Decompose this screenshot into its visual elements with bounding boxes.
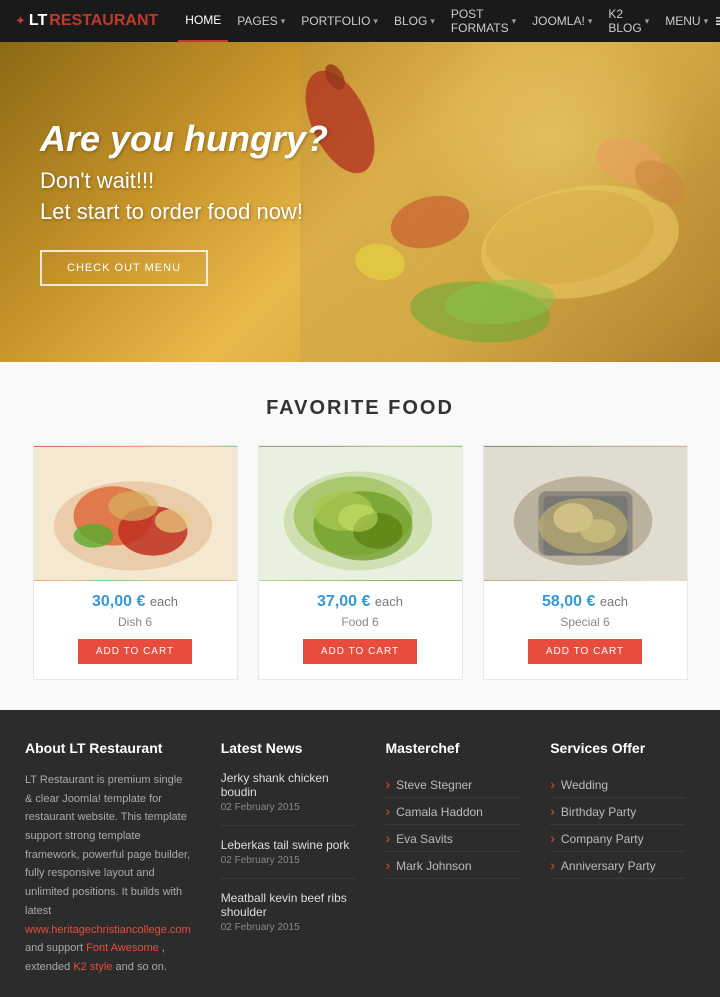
logo-restaurant: RESTAURANT — [49, 12, 158, 30]
services-list: Wedding Birthday Party Company Party Ann… — [550, 771, 685, 879]
chevron-down-icon: ▾ — [704, 16, 709, 27]
chevron-down-icon: ▾ — [281, 16, 286, 27]
price-display-3: 58,00 € each — [542, 593, 628, 610]
chevron-down-icon: ▾ — [588, 16, 593, 27]
chevron-down-icon: ▾ — [512, 16, 517, 27]
hero-subtitle2: Let start to order food now! — [40, 199, 328, 225]
news-date-3: 02 February 2015 — [221, 922, 356, 933]
service-item-birthday[interactable]: Birthday Party — [550, 798, 685, 825]
masterchef-item-2[interactable]: Camala Haddon — [385, 798, 520, 825]
chevron-down-icon: ▾ — [373, 16, 378, 27]
food-name-3: Special 6 — [484, 615, 687, 629]
news-item-2: Leberkas tail swine pork 02 February 201… — [221, 838, 356, 879]
news-title-1[interactable]: Jerky shank chicken boudin — [221, 771, 356, 799]
add-to-cart-button-2[interactable]: ADD TO CART — [303, 639, 417, 664]
food-image-1 — [34, 446, 237, 581]
nav-item-k2blog[interactable]: K2 BLOG ▾ — [601, 0, 656, 42]
service-item-wedding[interactable]: Wedding — [550, 771, 685, 798]
footer: About LT Restaurant LT Restaurant is pre… — [0, 710, 720, 997]
footer-services-title: Services Offer — [550, 740, 685, 756]
news-item-1: Jerky shank chicken boudin 02 February 2… — [221, 771, 356, 826]
footer-about-text2: and support — [25, 942, 83, 954]
nav-item-portfolio[interactable]: PORTFOLIO ▾ — [294, 0, 385, 42]
nav-item-blog[interactable]: BLOG ▾ — [387, 0, 442, 42]
logo-lt: LT — [29, 12, 47, 30]
masterchef-list: Steve Stegner Camala Haddon Eva Savits M… — [385, 771, 520, 879]
food-image-2 — [259, 446, 462, 581]
add-to-cart-button-1[interactable]: ADD TO CART — [78, 639, 192, 664]
footer-font-awesome-link[interactable]: Font Awesome — [86, 942, 159, 954]
footer-about: About LT Restaurant LT Restaurant is pre… — [20, 740, 206, 977]
add-to-cart-button-3[interactable]: ADD TO CART — [528, 639, 642, 664]
news-date-1: 02 February 2015 — [221, 802, 356, 813]
masterchef-item-4[interactable]: Mark Johnson — [385, 852, 520, 879]
food-card-3: 58,00 € each Special 6 ADD TO CART — [483, 445, 688, 680]
food-illustration-1 — [34, 446, 237, 581]
hamburger-icon[interactable]: ≡ — [715, 11, 720, 32]
nav-item-post-formats[interactable]: POST FORMATS ▾ — [444, 0, 523, 42]
footer-k2-style-link[interactable]: K2 style — [73, 961, 112, 973]
masterchef-item-1[interactable]: Steve Stegner — [385, 771, 520, 798]
food-image-3 — [484, 446, 687, 581]
logo-icon: ✦ — [15, 13, 26, 29]
footer-website-link[interactable]: www.heritagechristiancollege.com — [25, 924, 191, 936]
footer-about-text4: and so on. — [116, 961, 167, 973]
hero-content: Are you hungry? Don't wait!!! Let start … — [0, 68, 368, 336]
news-title-2[interactable]: Leberkas tail swine pork — [221, 838, 356, 852]
masterchef-item-3[interactable]: Eva Savits — [385, 825, 520, 852]
logo[interactable]: ✦ LT RESTAURANT — [15, 12, 158, 30]
nav-link-joomla[interactable]: JOOMLA! ▾ — [525, 0, 599, 42]
nav-link-portfolio[interactable]: PORTFOLIO ▾ — [294, 0, 385, 42]
chevron-down-icon: ▾ — [430, 16, 435, 27]
service-item-anniversary[interactable]: Anniversary Party — [550, 852, 685, 879]
navbar: ✦ LT RESTAURANT HOME PAGES ▾ PORTFOLIO ▾… — [0, 0, 720, 42]
hero-section: Are you hungry? Don't wait!!! Let start … — [0, 42, 720, 362]
food-price-2: 37,00 € each — [259, 593, 462, 611]
nav-link-post-formats[interactable]: POST FORMATS ▾ — [444, 0, 523, 42]
footer-news: Latest News Jerky shank chicken boudin 0… — [206, 740, 371, 977]
nav-menu: HOME PAGES ▾ PORTFOLIO ▾ BLOG ▾ POST FOR… — [178, 0, 715, 42]
chevron-down-icon: ▾ — [645, 16, 650, 27]
food-price-3: 58,00 € each — [484, 593, 687, 611]
food-illustration-2 — [259, 446, 462, 581]
footer-masterchef-title: Masterchef — [385, 740, 520, 756]
nav-link-menu[interactable]: MENU ▾ — [658, 0, 715, 42]
nav-item-home[interactable]: HOME — [178, 0, 228, 42]
price-display-2: 37,00 € each — [317, 593, 403, 610]
price-display-1: 30,00 € each — [92, 593, 178, 610]
footer-about-text: LT Restaurant is premium single & clear … — [25, 771, 191, 977]
food-illustration-3 — [484, 446, 687, 581]
nav-link-k2blog[interactable]: K2 BLOG ▾ — [601, 0, 656, 42]
food-grid: 30,00 € each Dish 6 ADD TO CART 37,00 € … — [20, 445, 700, 680]
favorite-food-title: FAVORITE FOOD — [20, 397, 700, 420]
favorite-food-section: FAVORITE FOOD 30,00 € each Dish 6 ADD TO… — [0, 362, 720, 710]
service-item-company[interactable]: Company Party — [550, 825, 685, 852]
nav-item-menu[interactable]: MENU ▾ — [658, 0, 715, 42]
footer-news-title: Latest News — [221, 740, 356, 756]
nav-link-blog[interactable]: BLOG ▾ — [387, 0, 442, 42]
food-card-1: 30,00 € each Dish 6 ADD TO CART — [33, 445, 238, 680]
footer-masterchef: Masterchef Steve Stegner Camala Haddon E… — [370, 740, 535, 977]
footer-about-text1: LT Restaurant is premium single & clear … — [25, 774, 190, 917]
food-name-1: Dish 6 — [34, 615, 237, 629]
food-name-2: Food 6 — [259, 615, 462, 629]
nav-item-pages[interactable]: PAGES ▾ — [230, 0, 292, 42]
footer-services: Services Offer Wedding Birthday Party Co… — [535, 740, 700, 977]
nav-item-joomla[interactable]: JOOMLA! ▾ — [525, 0, 599, 42]
hero-title: Are you hungry? — [40, 118, 328, 160]
nav-link-home[interactable]: HOME — [178, 0, 228, 42]
news-title-3[interactable]: Meatball kevin beef ribs shoulder — [221, 891, 356, 919]
nav-link-pages[interactable]: PAGES ▾ — [230, 0, 292, 42]
food-price-1: 30,00 € each — [34, 593, 237, 611]
check-out-menu-button[interactable]: CHECK OUT MENU — [40, 250, 208, 286]
food-card-2: 37,00 € each Food 6 ADD TO CART — [258, 445, 463, 680]
news-date-2: 02 February 2015 — [221, 855, 356, 866]
footer-about-title: About LT Restaurant — [25, 740, 191, 756]
hero-subtitle1: Don't wait!!! — [40, 168, 328, 194]
news-item-3: Meatball kevin beef ribs shoulder 02 Feb… — [221, 891, 356, 945]
